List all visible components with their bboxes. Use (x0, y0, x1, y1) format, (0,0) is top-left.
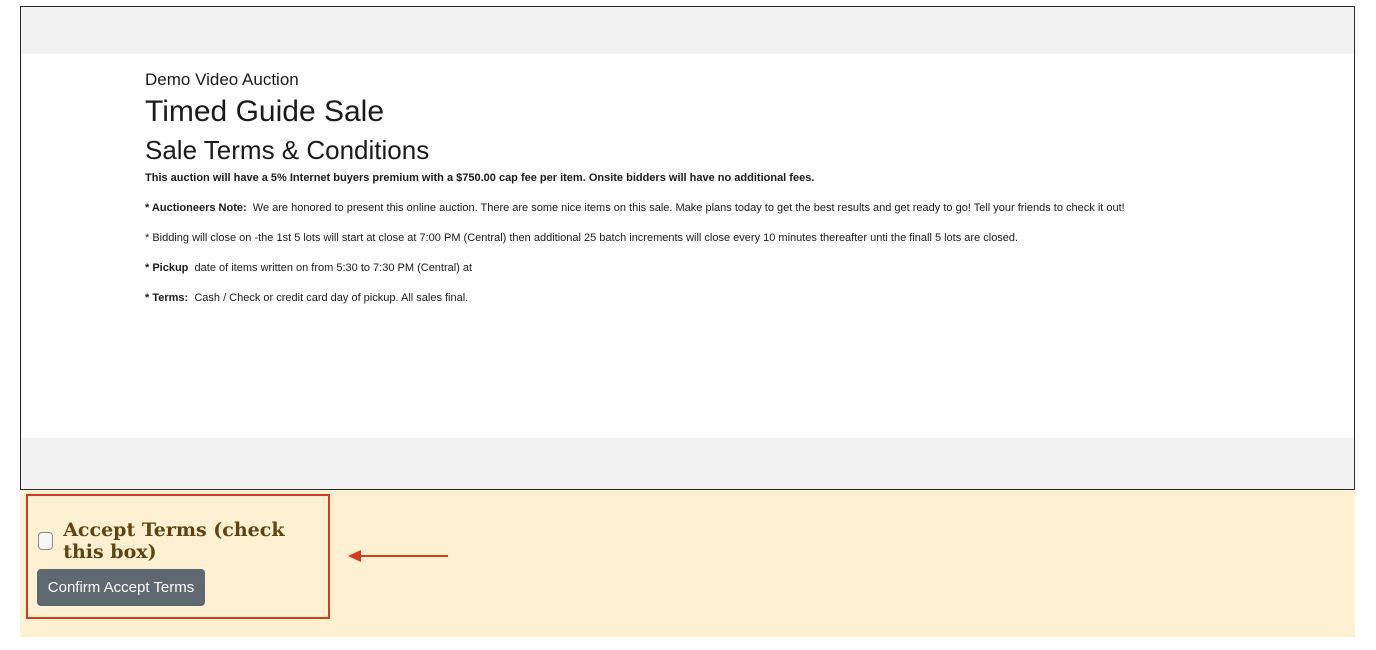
terms-heading: Sale Terms & Conditions (145, 135, 430, 165)
term-text: date of items written on from 5:30 to 7:… (194, 262, 473, 274)
term-label: * Terms: (145, 292, 189, 304)
term-text: Cash / Check or credit card day of picku… (194, 292, 469, 304)
auction-name: Demo Video Auction (145, 70, 299, 89)
terms-frame[interactable]: Demo Video Auction Timed Guide Sale Sale… (20, 6, 1355, 490)
terms-content: Demo Video Auction Timed Guide Sale Sale… (22, 54, 1354, 438)
terms-inner: Demo Video Auction Timed Guide Sale Sale… (145, 67, 1325, 306)
premium-note: This auction will have a 5% Internet buy… (145, 172, 815, 184)
term-pickup: * Pickup date of items written on from 5… (145, 261, 1325, 276)
term-text: * Bidding will close on -the 1st 5 lots … (145, 232, 1019, 244)
accept-terms-row[interactable]: Accept Terms (check this box) (38, 519, 328, 563)
accept-highlight-box: Accept Terms (check this box) Confirm Ac… (26, 494, 330, 619)
confirm-accept-terms-button[interactable]: Confirm Accept Terms (37, 569, 205, 606)
term-payment: * Terms: Cash / Check or credit card day… (145, 291, 1325, 306)
term-auctioneers-note: * Auctioneers Note: We are honored to pr… (145, 201, 1325, 216)
accept-terms-panel: Accept Terms (check this box) Confirm Ac… (20, 490, 1355, 637)
term-text: We are honored to present this online au… (252, 202, 1125, 214)
sale-title: Timed Guide Sale (145, 95, 385, 128)
accept-terms-checkbox[interactable] (38, 532, 54, 550)
term-bidding: * Bidding will close on -the 1st 5 lots … (145, 231, 1325, 246)
accept-terms-label[interactable]: Accept Terms (check this box) (63, 519, 328, 563)
term-label: * Auctioneers Note: (145, 202, 247, 214)
arrow-left-icon (348, 550, 448, 562)
term-label: * Pickup (145, 262, 189, 274)
